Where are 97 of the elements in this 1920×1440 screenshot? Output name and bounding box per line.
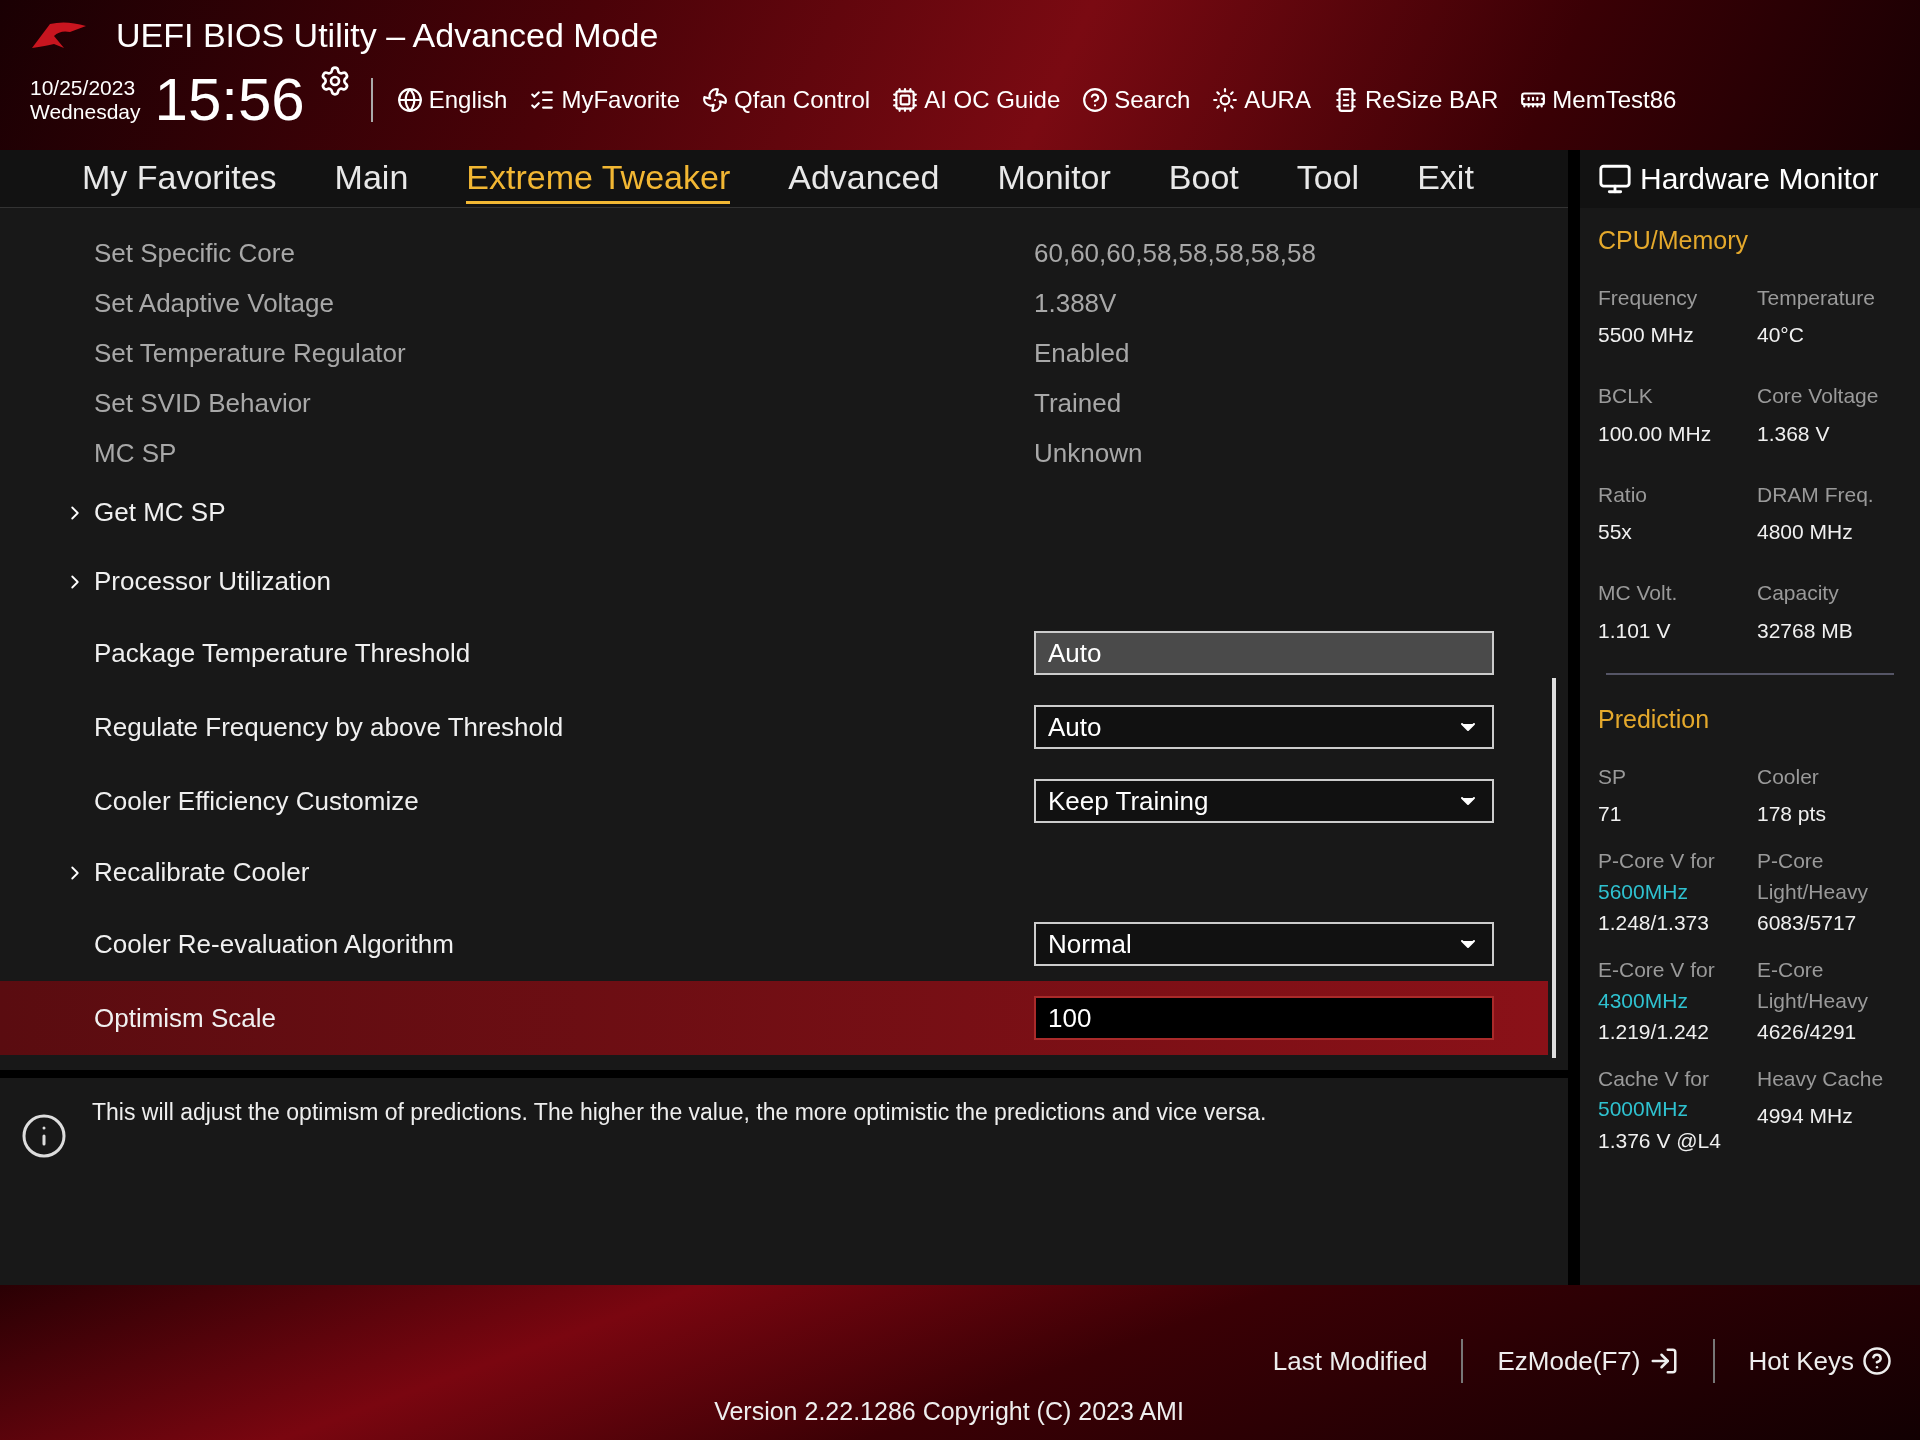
footer-button[interactable]: EzMode(F7) (1491, 1344, 1685, 1378)
setting-label: Set SVID Behavior (93, 387, 312, 419)
weekday-text: Wednesday (30, 99, 141, 124)
window-title: UEFI BIOS Utility – Advanced Mode (116, 16, 659, 55)
monitor-sublabel: 5000MHz (1598, 1096, 1689, 1123)
toolbar-button[interactable]: Qfan Control (698, 85, 875, 114)
version-text: Version 2.22.1286 Copyright (C) 2023 AMI (714, 1397, 1184, 1426)
panel-title: Hardware Monitor (1640, 162, 1879, 196)
submenu-item[interactable]: Recalibrate Cooler (94, 857, 1034, 888)
setting-label: Optimism Scale (93, 1002, 278, 1034)
menu-tab[interactable]: Monitor (997, 153, 1111, 204)
monitor-value: 1.248/1.373 (1598, 911, 1710, 936)
globe-icon (396, 86, 423, 113)
help-text: This will adjust the optimism of predictions. The higher the value, the more optimistic the predictions and vice versa. (92, 1098, 1267, 1127)
toolbar-button[interactable]: MemTest86 (1516, 85, 1681, 114)
setting-value: Trained (1034, 387, 1122, 419)
menu-tab[interactable]: Boot (1168, 153, 1239, 204)
date-text: 10/25/2023 (30, 75, 137, 100)
menu-tab[interactable]: Advanced (788, 153, 940, 204)
monitor-label: DRAM Freq. (1757, 481, 1875, 508)
monitor-label: Frequency (1598, 285, 1699, 311)
setting-value: 1.388V (1034, 287, 1117, 319)
setting-label: Package Temperature Threshold (93, 637, 472, 669)
monitor-label: Temperature (1757, 285, 1876, 311)
monitor-value: 1.376 V @L4 (1598, 1128, 1722, 1153)
help-icon (1082, 86, 1109, 113)
monitor-value: 6083/5717 (1757, 911, 1858, 936)
menu-tab[interactable]: Exit (1417, 153, 1474, 204)
submenu-item[interactable]: Get MC SP (94, 497, 1034, 528)
toolbar-button[interactable]: Search (1078, 85, 1195, 114)
toolbar-button[interactable]: ReSize BAR (1328, 85, 1503, 114)
help-icon (1862, 1346, 1892, 1376)
monitor-value: 178 pts (1757, 802, 1827, 827)
setting-label: MC SP (93, 437, 178, 469)
section-title: Prediction (1598, 704, 1711, 734)
monitor-value: 1.101 V (1598, 618, 1672, 643)
monitor-label: E-Core (1757, 957, 1825, 984)
monitor-sublabel: Light/Heavy (1757, 987, 1869, 1014)
setting-value: Enabled (1034, 337, 1130, 369)
monitor-label: Capacity (1757, 580, 1840, 607)
monitor-value: 1.368 V (1757, 421, 1831, 446)
monitor-value: 71 (1598, 802, 1623, 827)
setting-value: 60,60,60,58,58,58,58,58 (1034, 237, 1316, 269)
dropdown[interactable]: Keep Training (1034, 779, 1494, 823)
monitor-value: 55x (1598, 520, 1633, 545)
monitor-value: 4626/4291 (1757, 1019, 1858, 1044)
monitor-label: Cooler (1757, 763, 1820, 790)
toolbar-button[interactable]: English (392, 85, 512, 114)
setting-label: Set Adaptive Voltage (93, 287, 335, 319)
setting-label: Set Specific Core (93, 237, 296, 269)
monitor-label: SP (1598, 763, 1627, 790)
monitor-sublabel: 5600MHz (1598, 878, 1689, 905)
monitor-label: P-Core V for (1598, 848, 1716, 875)
dropdown[interactable]: Auto (1034, 705, 1494, 749)
menu-tab[interactable]: Main (334, 153, 409, 204)
menu-tab[interactable]: My Favorites (82, 153, 277, 204)
monitor-label: Heavy Cache (1757, 1065, 1885, 1092)
monitor-value: 32768 MB (1757, 618, 1854, 643)
dropdown[interactable]: Normal (1034, 922, 1494, 966)
setting-label: Cooler Re-evaluation Algorithm (93, 928, 455, 960)
monitor-label: P-Core (1757, 848, 1825, 875)
monitor-label: MC Volt. (1598, 580, 1679, 607)
monitor-value: 1.219/1.242 (1598, 1019, 1710, 1044)
scrollbar[interactable] (1552, 678, 1556, 1058)
monitor-label: Ratio (1598, 481, 1649, 508)
input-field[interactable]: 100 (1034, 996, 1494, 1040)
toolbar-button[interactable]: AURA (1208, 85, 1315, 114)
setting-label: Set Temperature Regulator (93, 337, 407, 369)
monitor-label: Core Voltage (1757, 383, 1880, 410)
footer-button[interactable]: Hot Keys (1742, 1344, 1898, 1378)
light-icon (1212, 86, 1239, 113)
submenu-item[interactable]: Processor Utilization (94, 566, 1034, 597)
menu-tab[interactable]: Tool (1296, 153, 1360, 204)
footer-button[interactable]: Last Modified (1266, 1344, 1434, 1378)
info-icon (20, 1112, 68, 1160)
monitor-value: 100.00 MHz (1598, 421, 1713, 446)
monitor-label: BCLK (1598, 383, 1654, 410)
monitor-value: 40°C (1757, 323, 1805, 348)
monitor-value: 4800 MHz (1757, 520, 1854, 545)
toolbar-button[interactable]: MyFavorite (525, 85, 685, 114)
setting-label: Regulate Frequency by above Threshold (93, 711, 565, 743)
monitor-icon (1598, 162, 1632, 196)
clock-text: 15:56 (154, 65, 305, 134)
monitor-label: E-Core V for (1598, 957, 1716, 984)
setting-label: Cooler Efficiency Customize (93, 785, 420, 817)
monitor-label: Cache V for (1598, 1065, 1710, 1092)
menu-tab[interactable]: Extreme Tweaker (466, 153, 731, 204)
chip-icon (892, 86, 919, 113)
toolbar-button[interactable]: AI OC Guide (888, 85, 1065, 114)
monitor-value: 4994 MHz (1757, 1104, 1854, 1129)
section-title: CPU/Memory (1598, 226, 1749, 255)
monitor-sublabel: 4300MHz (1598, 987, 1689, 1014)
fan-icon (702, 86, 729, 113)
monitor-sublabel: Light/Heavy (1757, 878, 1869, 905)
monitor-value: 5500 MHz (1598, 323, 1695, 348)
input-field[interactable]: Auto (1034, 631, 1494, 675)
setting-value: Unknown (1034, 437, 1143, 469)
